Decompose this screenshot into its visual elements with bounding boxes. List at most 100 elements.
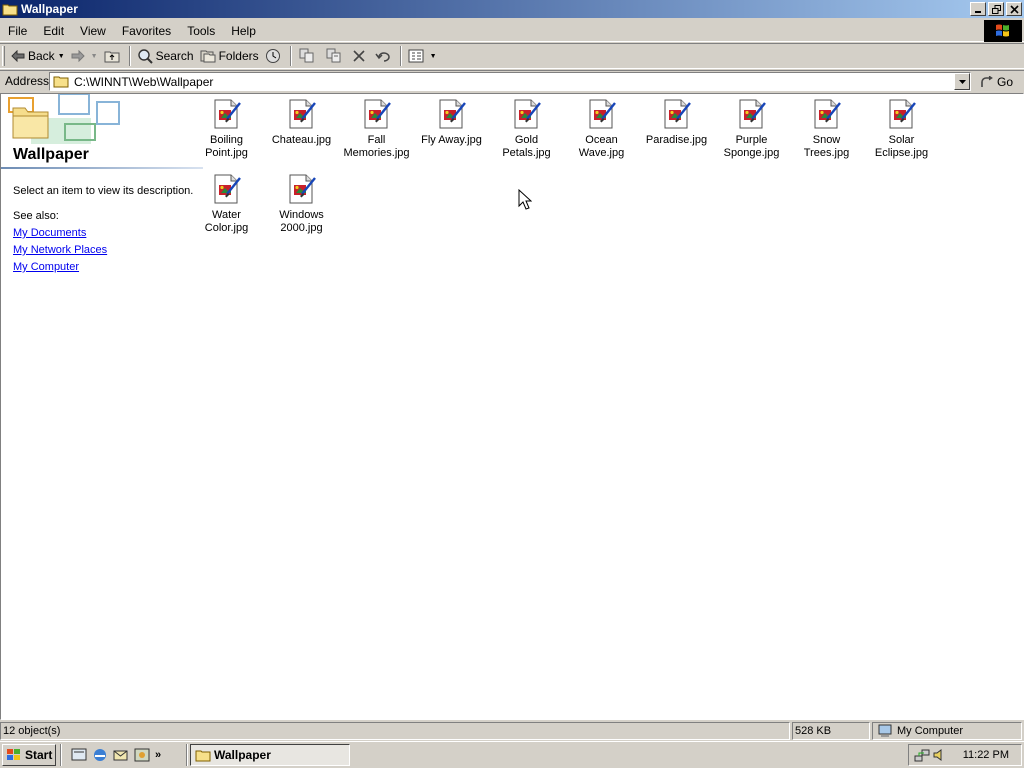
- forward-button[interactable]: ▼: [68, 45, 101, 67]
- file-item[interactable]: Fly Away.jpg: [414, 96, 489, 168]
- taskbar-separator: [60, 744, 62, 766]
- forward-dropdown-icon[interactable]: ▼: [91, 53, 98, 60]
- start-label: Start: [25, 748, 53, 762]
- folders-button[interactable]: Folders: [197, 45, 262, 67]
- folder-icon: [53, 76, 69, 88]
- jpeg-image-icon: [739, 99, 766, 129]
- menu-help[interactable]: Help: [223, 24, 264, 38]
- back-dropdown-icon[interactable]: ▼: [58, 53, 65, 60]
- file-name-line: Solar: [888, 134, 915, 146]
- file-item[interactable]: Windows 2000.jpg: [264, 171, 339, 243]
- file-name: Fly Away.jpg: [414, 134, 489, 147]
- volume-icon[interactable]: [932, 747, 946, 763]
- delete-x-icon: [353, 50, 365, 62]
- folders-label: Folders: [218, 49, 259, 63]
- status-bar: 12 object(s) 528 KB My Computer: [0, 721, 1024, 741]
- taskbar: Start » Wallpaper 11:22 PM: [0, 741, 1024, 768]
- menu-view[interactable]: View: [72, 24, 114, 38]
- start-button[interactable]: Start: [2, 744, 56, 766]
- content-area: Wallpaper Select an item to view its des…: [0, 93, 1024, 720]
- show-desktop-icon[interactable]: [71, 747, 87, 763]
- file-item[interactable]: Water Color.jpg: [189, 171, 264, 243]
- go-arrow-icon: [981, 75, 993, 87]
- file-item[interactable]: Chateau.jpg: [264, 96, 339, 168]
- file-name-line: Paradise.jpg: [645, 134, 708, 146]
- status-object-count: 12 object(s): [0, 722, 790, 740]
- address-dropdown-button[interactable]: [954, 73, 970, 90]
- address-input[interactable]: C:\WINNT\Web\Wallpaper: [49, 72, 971, 91]
- menu-tools[interactable]: Tools: [179, 24, 223, 38]
- go-button[interactable]: Go: [980, 72, 1013, 91]
- move-to-button[interactable]: [295, 45, 322, 67]
- delete-button[interactable]: [349, 45, 372, 67]
- link-my-computer[interactable]: My Computer: [13, 261, 79, 273]
- task-label: Wallpaper: [214, 748, 271, 762]
- window-title: Wallpaper: [21, 2, 78, 16]
- system-tray: 11:22 PM: [908, 744, 1022, 766]
- file-name-line: Ocean: [585, 134, 618, 146]
- back-button[interactable]: Back ▼: [8, 45, 68, 67]
- jpeg-image-icon: [664, 99, 691, 129]
- folder-icon: [195, 750, 211, 762]
- toolbar-separator: [399, 46, 402, 66]
- file-item[interactable]: Purple Sponge.jpg: [714, 96, 789, 168]
- quick-launch: »: [71, 747, 166, 763]
- jpeg-image-icon: [514, 99, 541, 129]
- address-label: Address: [5, 74, 50, 88]
- file-item[interactable]: Paradise.jpg: [639, 96, 714, 168]
- copy-to-button[interactable]: [322, 45, 349, 67]
- file-name: Fall Memories.jpg: [339, 134, 414, 160]
- back-label: Back: [28, 49, 55, 63]
- windows-flag-icon: [7, 749, 20, 760]
- toolbar-grip[interactable]: [2, 46, 5, 66]
- menu-file[interactable]: File: [0, 24, 35, 38]
- file-name: Chateau.jpg: [264, 134, 339, 147]
- taskbar-separator: [186, 744, 188, 766]
- history-icon: [265, 49, 280, 63]
- my-computer-icon: [878, 724, 892, 737]
- up-folder-button[interactable]: [101, 45, 126, 67]
- back-arrow-icon: [11, 50, 25, 62]
- search-icon: [137, 49, 153, 64]
- minimize-button[interactable]: [970, 2, 986, 16]
- network-icon[interactable]: [914, 747, 930, 763]
- views-icon: [408, 49, 424, 63]
- taskbar-button-wallpaper[interactable]: Wallpaper: [190, 744, 350, 766]
- file-item[interactable]: Snow Trees.jpg: [789, 96, 864, 168]
- file-name-line: Eclipse.jpg: [874, 147, 929, 159]
- media-player-icon[interactable]: [134, 747, 150, 763]
- file-name-line: Sponge.jpg: [723, 147, 780, 159]
- jpeg-image-icon: [214, 99, 241, 129]
- file-name-line: Trees.jpg: [803, 147, 850, 159]
- restore-button[interactable]: [988, 2, 1004, 16]
- file-item[interactable]: Fall Memories.jpg: [339, 96, 414, 168]
- file-name-line: Chateau.jpg: [271, 134, 332, 146]
- more-launch-chevron-icon[interactable]: »: [155, 749, 161, 761]
- search-button[interactable]: Search: [134, 45, 197, 67]
- file-name-line: Point.jpg: [205, 147, 248, 159]
- file-item[interactable]: Solar Eclipse.jpg: [864, 96, 939, 168]
- jpeg-image-icon: [214, 174, 241, 204]
- file-name: Gold Petals.jpg: [489, 134, 564, 160]
- file-name-line: Fly Away.jpg: [421, 134, 482, 146]
- link-my-documents[interactable]: My Documents: [13, 227, 86, 239]
- link-my-network-places[interactable]: My Network Places: [13, 244, 107, 256]
- outlook-express-icon[interactable]: [113, 747, 129, 763]
- menu-edit[interactable]: Edit: [35, 24, 72, 38]
- title-rule: [1, 167, 203, 169]
- close-button[interactable]: [1006, 2, 1022, 16]
- file-item[interactable]: Ocean Wave.jpg: [564, 96, 639, 168]
- views-dropdown-icon[interactable]: ▼: [430, 53, 437, 60]
- toolbar-separator: [289, 46, 292, 66]
- history-button[interactable]: [262, 45, 287, 67]
- copy-to-icon: [326, 48, 341, 63]
- file-item[interactable]: Gold Petals.jpg: [489, 96, 564, 168]
- menu-favorites[interactable]: Favorites: [114, 24, 179, 38]
- views-button[interactable]: ▼: [405, 45, 440, 67]
- undo-button[interactable]: [372, 45, 397, 67]
- file-name: Snow Trees.jpg: [789, 134, 864, 160]
- internet-explorer-icon[interactable]: [92, 747, 108, 763]
- file-name-line: Color.jpg: [204, 222, 249, 234]
- file-item[interactable]: Boiling Point.jpg: [189, 96, 264, 168]
- up-folder-icon: [104, 51, 120, 63]
